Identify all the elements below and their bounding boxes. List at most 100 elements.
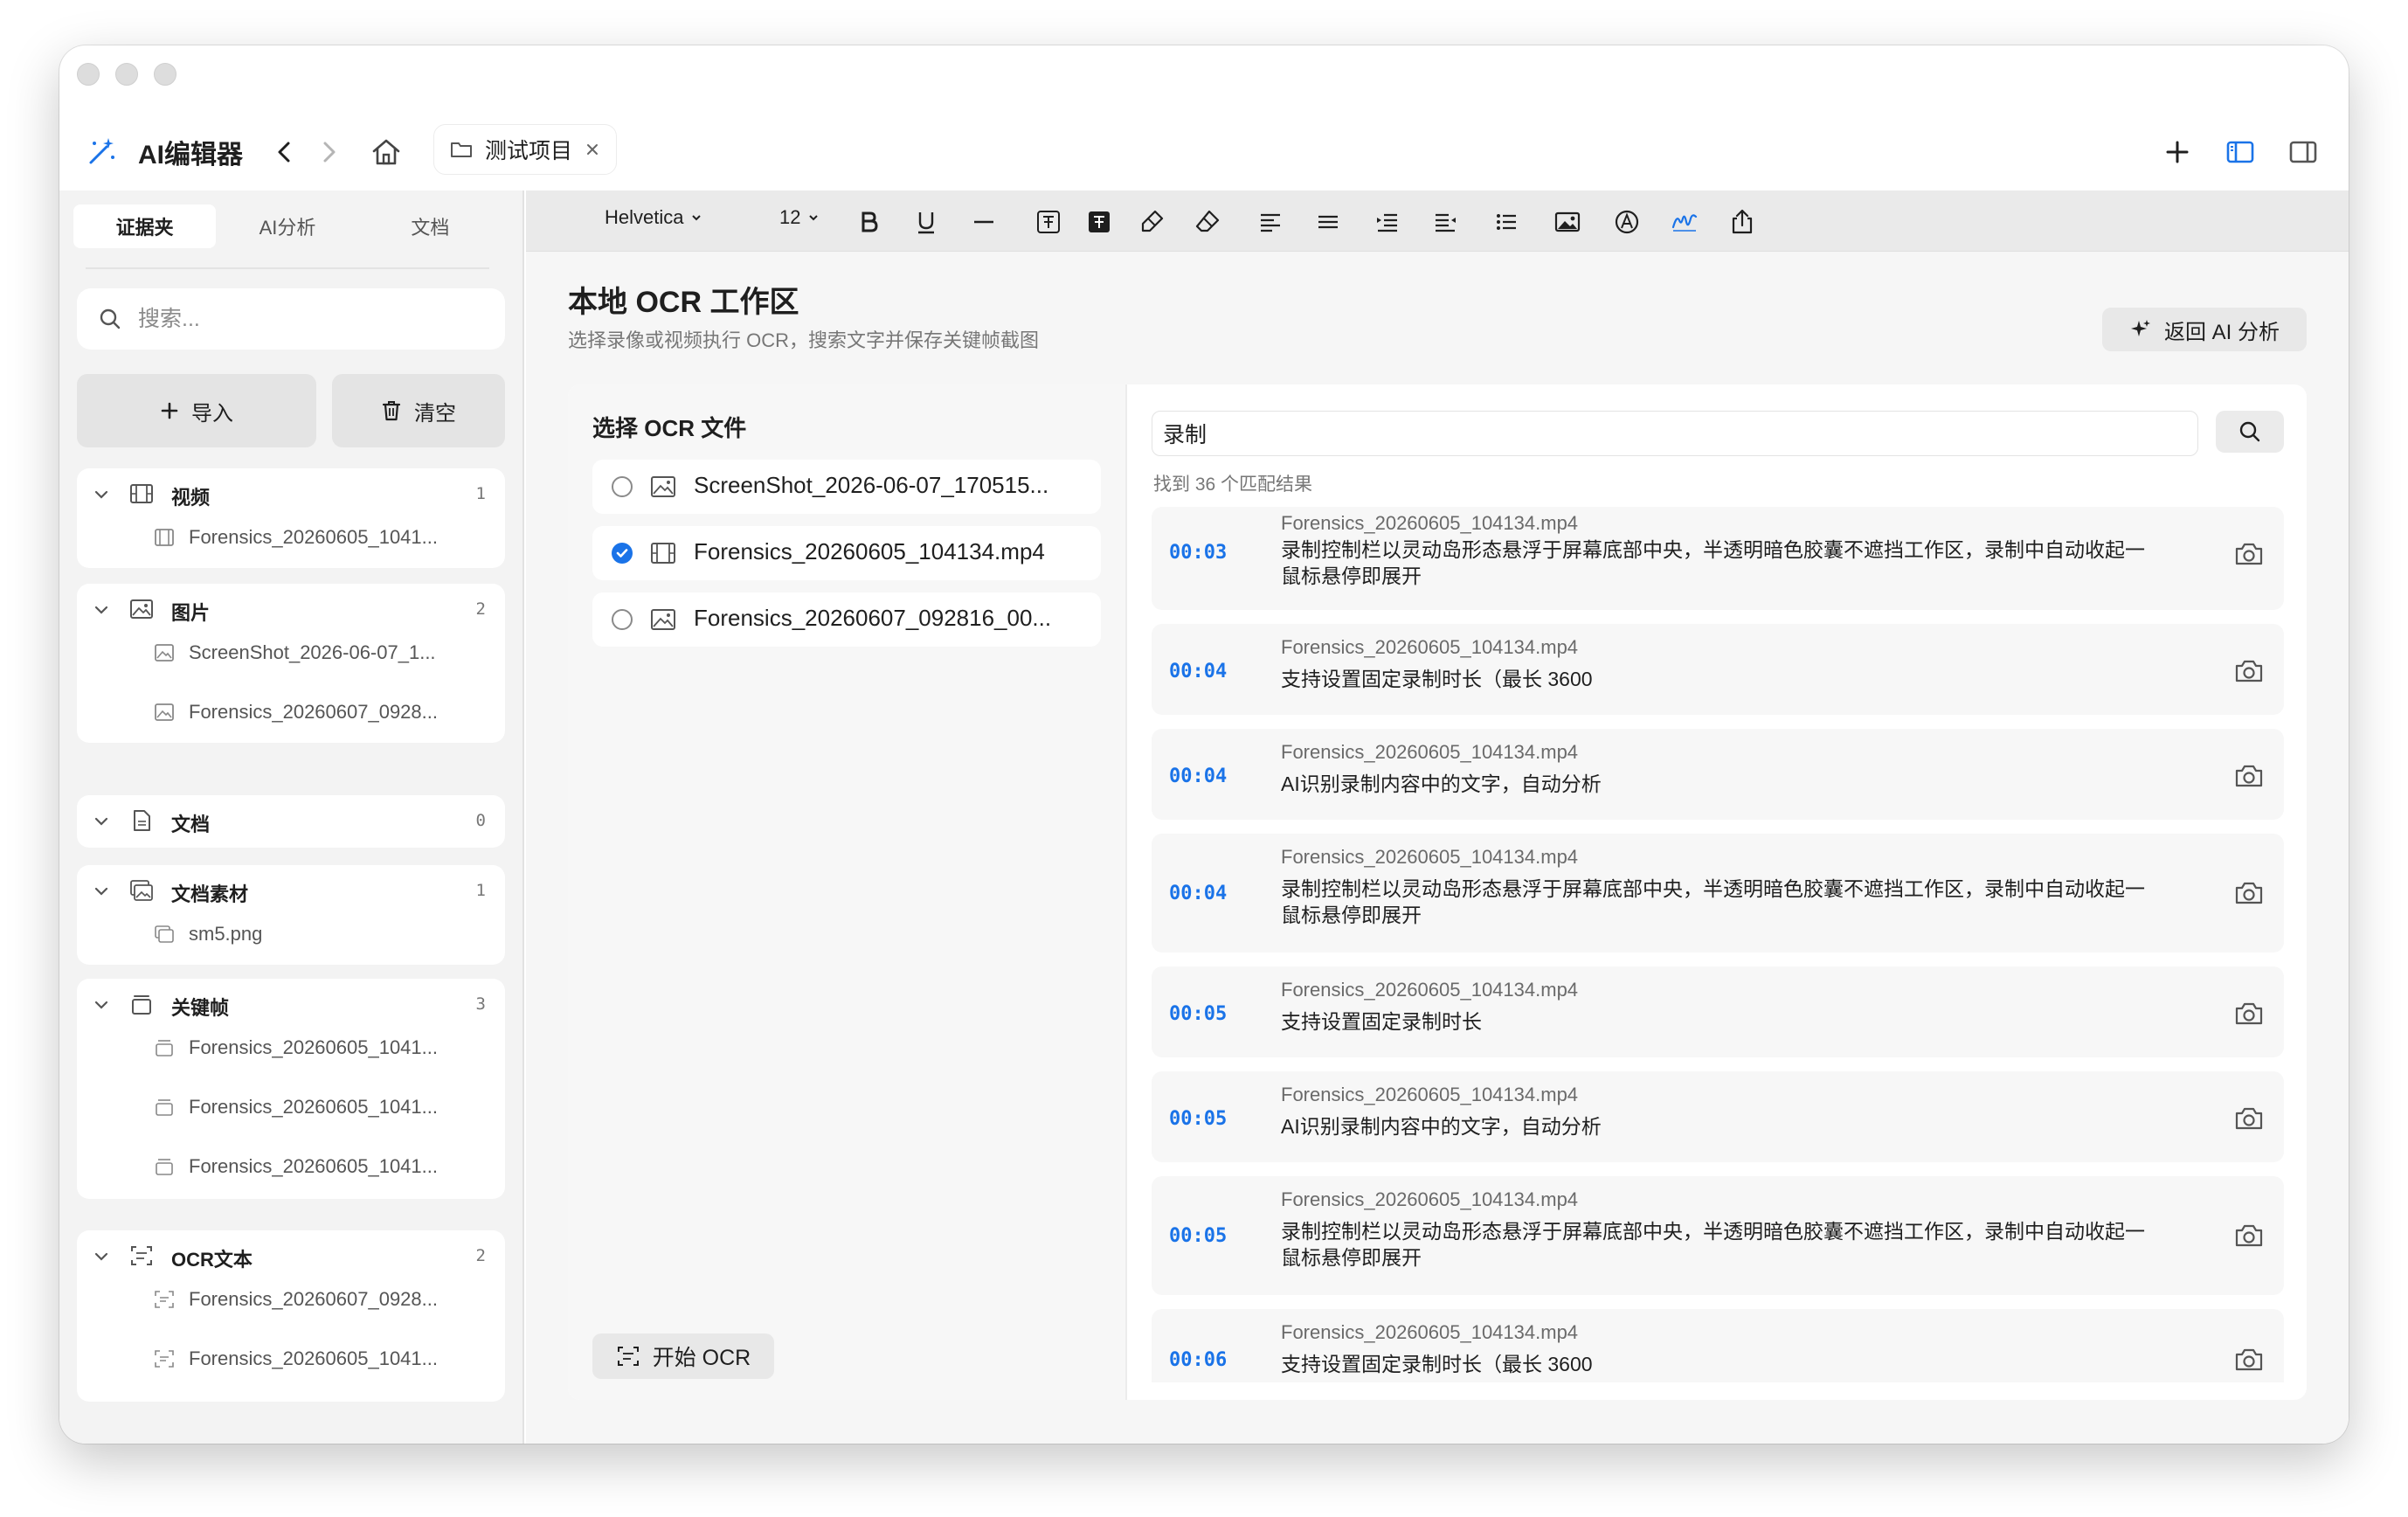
result-file: Forensics_20260605_104134.mp4: [1281, 979, 1579, 1001]
handwriting-icon[interactable]: [1671, 208, 1699, 236]
group-header[interactable]: 文档 0: [77, 795, 505, 846]
underline-icon[interactable]: [912, 208, 940, 236]
text-scan-icon: [155, 1291, 174, 1308]
camera-icon[interactable]: [2233, 1346, 2265, 1374]
zoom-window-button[interactable]: [154, 63, 176, 86]
bold-icon[interactable]: [855, 208, 882, 236]
chevron-left-icon[interactable]: [269, 136, 301, 168]
text-scan-icon: [155, 1350, 174, 1368]
tab-project[interactable]: 测试项目: [433, 124, 618, 175]
timestamp[interactable]: 00:04: [1169, 765, 1227, 787]
text-box-icon[interactable]: [1034, 208, 1062, 236]
indent-icon[interactable]: [1374, 208, 1401, 236]
chevron-down-icon: [94, 887, 108, 896]
list-item[interactable]: Forensics_20260605_1041...: [77, 1141, 505, 1194]
font-name: Helvetica: [605, 206, 684, 228]
result-row[interactable]: 00:04 Forensics_20260605_104134.mp4 录制控制…: [1152, 834, 2284, 952]
timestamp[interactable]: 00:05: [1169, 1003, 1227, 1025]
sidebar-search[interactable]: [77, 288, 505, 350]
list-item[interactable]: Forensics_20260607_0928...: [77, 687, 505, 739]
result-row[interactable]: 00:06 Forensics_20260605_104134.mp4 支持设置…: [1152, 1309, 2284, 1382]
minimize-window-button[interactable]: [115, 63, 138, 86]
horizontal-rule-icon[interactable]: [970, 208, 998, 236]
result-row[interactable]: 00:05 Forensics_20260605_104134.mp4 录制控制…: [1152, 1176, 2284, 1295]
result-row[interactable]: 00:05 Forensics_20260605_104134.mp4 支持设置…: [1152, 966, 2284, 1057]
camera-icon[interactable]: [2233, 657, 2265, 685]
clear-button[interactable]: 清空: [332, 374, 505, 447]
camera-icon[interactable]: [2233, 540, 2265, 568]
result-text: 支持设置固定录制时长（最长 3600: [1281, 1353, 1593, 1375]
close-window-button[interactable]: [77, 63, 100, 86]
close-icon[interactable]: [585, 142, 600, 157]
ocr-search-button[interactable]: [2216, 411, 2284, 453]
file-radio-checked[interactable]: [612, 543, 633, 564]
group-name: 文档素材: [171, 883, 249, 905]
checkmark-icon: [616, 549, 628, 558]
photo-stack-icon: [130, 880, 153, 901]
list-item[interactable]: ScreenShot_2026-06-07_1...: [77, 627, 505, 680]
timestamp[interactable]: 00:04: [1169, 883, 1227, 904]
group-name: OCR文本: [171, 1249, 253, 1271]
chevron-right-icon[interactable]: [313, 136, 344, 168]
insert-image-icon[interactable]: [1553, 208, 1581, 236]
timestamp[interactable]: 00:06: [1169, 1349, 1227, 1371]
font-size-select[interactable]: 12: [779, 206, 820, 229]
chevron-down-icon: [94, 1001, 108, 1009]
camera-icon[interactable]: [2233, 762, 2265, 790]
outdent-icon[interactable]: [1431, 208, 1459, 236]
result-row[interactable]: 00:04 Forensics_20260605_104134.mp4 AI识别…: [1152, 729, 2284, 820]
timestamp[interactable]: 00:03: [1169, 542, 1227, 564]
divider: [86, 267, 489, 269]
ocr-search-input[interactable]: [1152, 411, 2198, 456]
result-row[interactable]: 00:03 Forensics_20260605_104134.mp4 录制控制…: [1152, 507, 2284, 610]
home-icon[interactable]: [369, 135, 404, 170]
highlighter-icon[interactable]: [1138, 208, 1166, 236]
tab-documents[interactable]: 文档: [359, 204, 502, 248]
timestamp[interactable]: 00:05: [1169, 1225, 1227, 1247]
group-name: 文档: [171, 814, 211, 835]
camera-icon[interactable]: [2233, 879, 2265, 907]
file-radio[interactable]: [612, 476, 633, 497]
eraser-icon[interactable]: [1194, 208, 1221, 236]
list-item[interactable]: Forensics_20260605_1041...: [77, 512, 505, 565]
group-name: 视频: [171, 487, 211, 509]
align-left-icon[interactable]: [1256, 208, 1284, 236]
back-to-ai-analysis-button[interactable]: 返回 AI 分析: [2102, 308, 2307, 351]
share-icon[interactable]: [1728, 208, 1756, 236]
camera-icon[interactable]: [2233, 1222, 2265, 1250]
list-item[interactable]: Forensics_20260607_0928...: [77, 1274, 505, 1327]
result-row[interactable]: 00:04 Forensics_20260605_104134.mp4 支持设置…: [1152, 624, 2284, 715]
list-item[interactable]: sm5.png: [77, 909, 505, 961]
list-item[interactable]: Forensics_20260605_1041...: [77, 1082, 505, 1134]
ocr-card: 选择 OCR 文件 ScreenShot_2026-06-07_170515..…: [568, 384, 2307, 1400]
file-radio[interactable]: [612, 609, 633, 630]
result-row[interactable]: 00:05 Forensics_20260605_104134.mp4 AI识别…: [1152, 1071, 2284, 1162]
list-item[interactable]: Forensics_20260605_1041...: [77, 1333, 505, 1386]
bullet-list-icon[interactable]: [1492, 208, 1520, 236]
clear-label: 清空: [414, 401, 456, 426]
timestamp[interactable]: 00:04: [1169, 661, 1227, 682]
result-text: 录制控制栏以灵动岛形态悬浮于屏幕底部中央，半透明暗色胶囊不遮挡工作区，录制中自动…: [1281, 1220, 2145, 1269]
search-input[interactable]: [138, 306, 488, 332]
image-icon: [651, 476, 675, 497]
text-fill-icon[interactable]: [1085, 208, 1113, 236]
tab-ai-analysis[interactable]: AI分析: [216, 204, 358, 248]
justify-icon[interactable]: [1314, 208, 1342, 236]
font-select[interactable]: Helvetica: [605, 206, 702, 229]
file-row[interactable]: Forensics_20260605_104134.mp4: [592, 526, 1101, 580]
main-content: Helvetica 12 本地 OCR 工作区 选择录像或视频执行 OCR，搜索…: [526, 190, 2349, 1444]
right-sidebar-toggle-icon[interactable]: [2286, 135, 2321, 170]
camera-icon[interactable]: [2233, 1000, 2265, 1028]
chevron-down-icon: [692, 215, 702, 221]
plus-icon[interactable]: [2160, 135, 2195, 170]
signature-icon[interactable]: [1613, 208, 1641, 236]
left-sidebar-toggle-icon[interactable]: [2223, 135, 2258, 170]
timestamp[interactable]: 00:05: [1169, 1108, 1227, 1130]
camera-icon[interactable]: [2233, 1105, 2265, 1133]
file-row[interactable]: ScreenShot_2026-06-07_170515...: [592, 460, 1101, 514]
list-item[interactable]: Forensics_20260605_1041...: [77, 1022, 505, 1075]
tab-evidence[interactable]: 证据夹: [73, 204, 217, 248]
import-button[interactable]: 导入: [77, 374, 316, 447]
start-ocr-button[interactable]: 开始 OCR: [592, 1333, 774, 1379]
file-row[interactable]: Forensics_20260607_092816_00...: [592, 592, 1101, 647]
